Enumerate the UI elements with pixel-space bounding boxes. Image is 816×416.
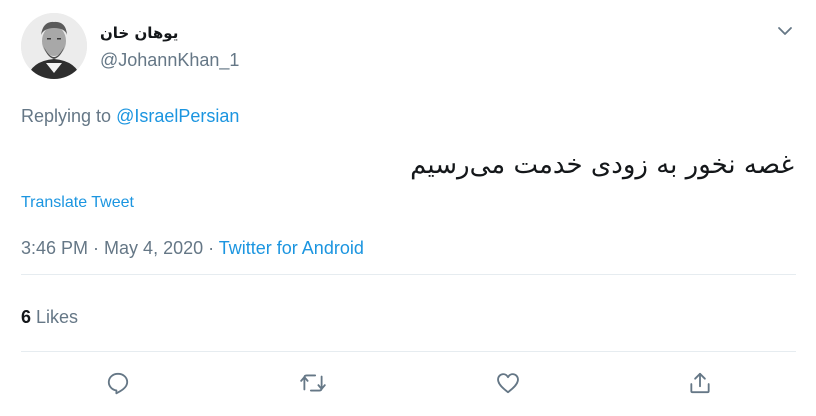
reply-mention-link[interactable]: @IsraelPersian [116,106,239,126]
meta-separator: · [88,238,105,258]
like-button[interactable] [493,368,523,398]
reply-button[interactable] [103,368,133,398]
replying-to-label: Replying to [21,106,117,126]
display-name[interactable]: یوهان خان [100,24,178,42]
tweet-source-link[interactable]: Twitter for Android [219,238,364,258]
share-icon [690,372,710,394]
meta-separator: · [203,238,219,258]
avatar-portrait-image [21,13,87,79]
likes-stat[interactable]: 6 Likes [21,307,78,328]
retweet-icon [300,374,326,392]
translate-tweet-link[interactable]: Translate Tweet [21,194,134,212]
retweet-button[interactable] [298,368,328,398]
likes-count: 6 [21,307,32,327]
avatar[interactable] [21,13,87,79]
divider [21,351,796,352]
tweet-date[interactable]: May 4, 2020 [104,238,203,258]
likes-label: Likes [31,307,79,327]
tweet-metadata: 3:46 PM · May 4, 2020 · Twitter for Andr… [21,238,364,259]
tweet-time[interactable]: 3:46 PM [21,238,88,258]
replying-to: Replying to @IsraelPersian [21,106,239,127]
divider [21,274,796,275]
reply-icon [107,372,129,395]
tweet-text: غصه نخور به زودی خدمت می‌رسیم [410,150,794,180]
share-button[interactable] [685,368,715,398]
heart-icon [497,373,519,394]
chevron-down-icon[interactable] [774,20,796,42]
user-handle[interactable]: @JohannKhan_1 [100,50,239,71]
